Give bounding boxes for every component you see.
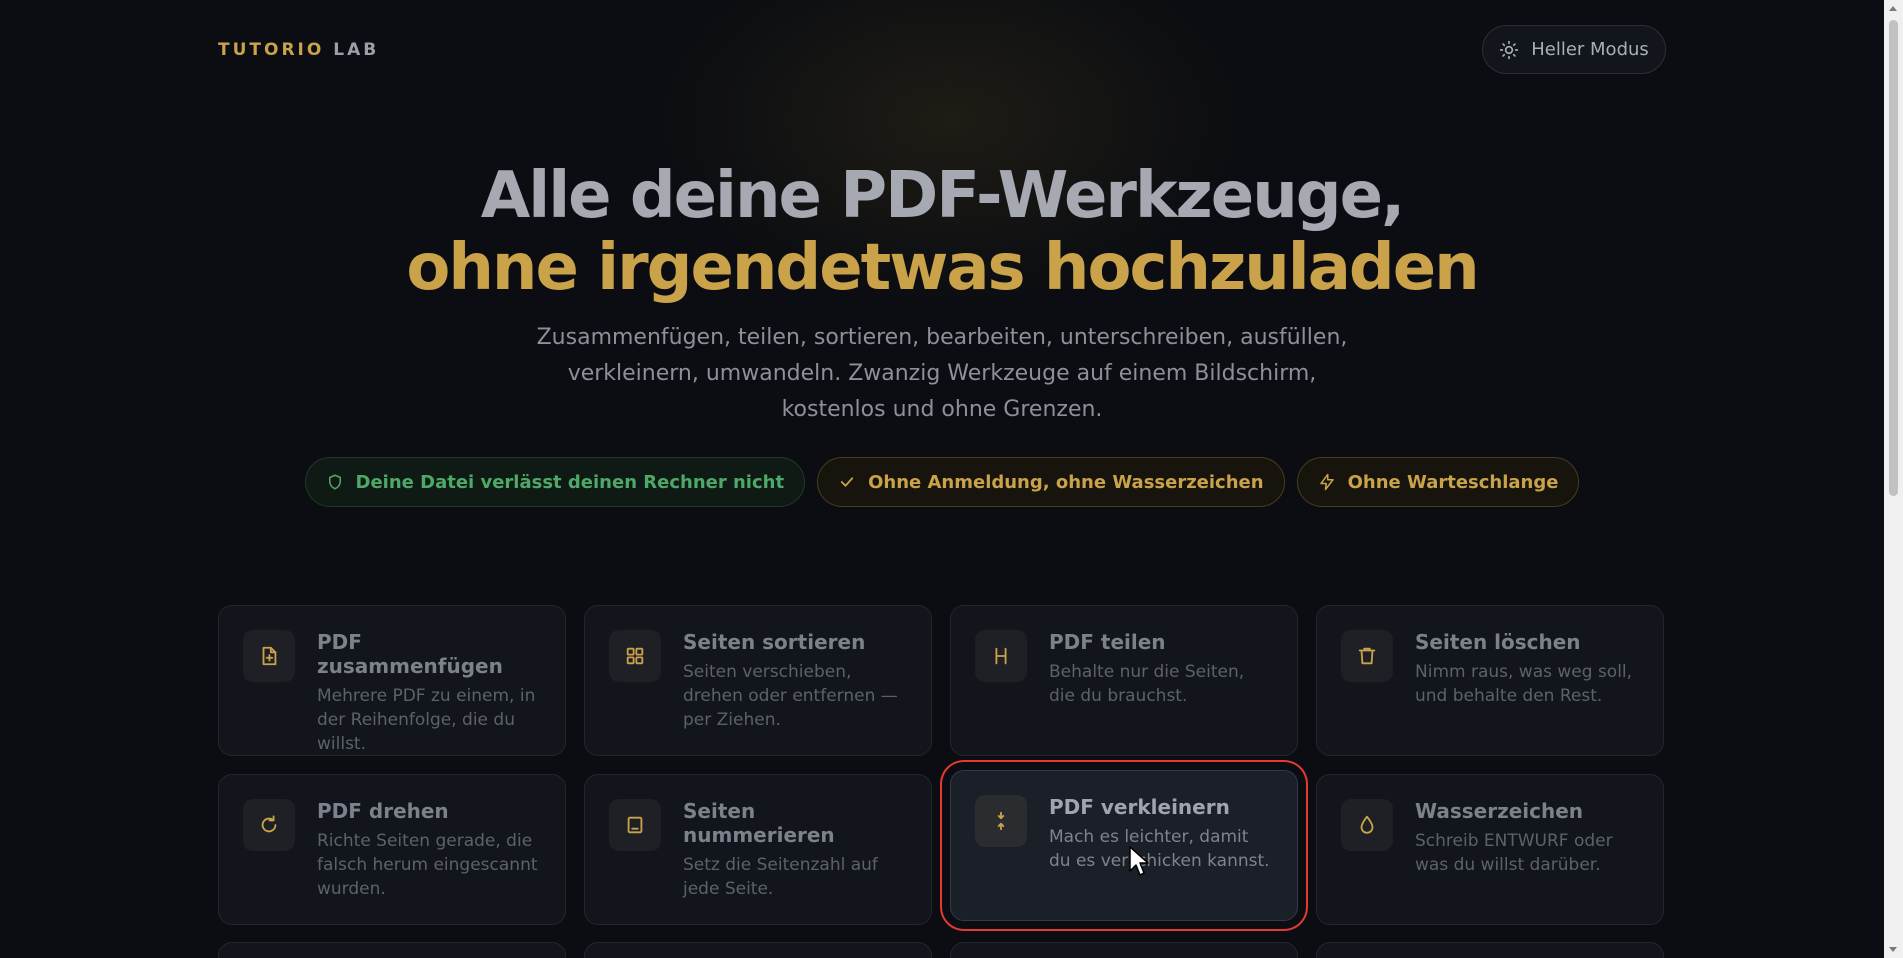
logo[interactable]: TUTORIO LAB xyxy=(218,40,379,60)
trash-icon xyxy=(1358,647,1376,665)
tool-icon-box xyxy=(243,630,295,682)
tool-card-compress[interactable]: PDF verkleinern Mach es leichter, damit … xyxy=(950,770,1298,921)
tool-name: Seiten sortieren xyxy=(683,630,866,654)
badge-privacy-label: Deine Datei verlässt deinen Rechner nich… xyxy=(355,471,785,493)
split-icon xyxy=(995,647,1007,665)
tool-icon-box xyxy=(1341,799,1393,851)
tool-desc: Mehrere PDF zu einem, in der Reihenfolge… xyxy=(317,686,536,754)
tool-desc: Seiten verschieben, drehen oder entferne… xyxy=(683,662,898,730)
tool-card-partial[interactable] xyxy=(584,942,932,958)
tool-name: PDF zusammenfügen xyxy=(317,630,503,678)
tool-desc: Richte Seiten gerade, die falsch herum e… xyxy=(317,831,538,899)
tool-icon-box xyxy=(243,799,295,851)
page-number-icon xyxy=(627,816,643,834)
tool-text: PDF teilen Behalte nur die Seiten, die d… xyxy=(1049,630,1273,731)
compress-icon xyxy=(997,811,1005,831)
tool-card-number[interactable]: Seiten nummerieren Setz die Seitenzahl a… xyxy=(584,774,932,925)
tool-text: Wasserzeichen Schreib ENTWURF oder was d… xyxy=(1415,799,1639,900)
tool-icon-box xyxy=(975,795,1027,847)
tool-name: Wasserzeichen xyxy=(1415,799,1584,823)
badge-no-queue-label: Ohne Warteschlange xyxy=(1347,471,1559,493)
rotate-icon xyxy=(261,815,277,833)
logo-part1: TUTORIO xyxy=(218,40,325,60)
light-mode-button[interactable]: Heller Modus xyxy=(1482,25,1666,74)
badge-no-signup-label: Ohne Anmeldung, ohne Wasserzeichen xyxy=(868,471,1264,493)
tool-icon-box xyxy=(975,630,1027,682)
tool-icon-box xyxy=(609,630,661,682)
tool-text: Seiten sortieren Seiten verschieben, dre… xyxy=(683,630,907,731)
tool-card-partial[interactable] xyxy=(218,942,566,958)
tool-name: PDF verkleinern xyxy=(1049,795,1230,819)
scroll-down-arrow[interactable] xyxy=(1889,947,1897,952)
tool-icon-box xyxy=(1341,630,1393,682)
tool-desc: Mach es leichter, damit du es verschicke… xyxy=(1049,827,1270,871)
tool-card-delete[interactable]: Seiten löschen Nimm raus, was weg soll, … xyxy=(1316,605,1664,756)
tool-desc: Setz die Seitenzahl auf jede Seite. xyxy=(683,855,878,899)
hero-subtitle: Zusammenfügen, teilen, sortieren, bearbe… xyxy=(536,325,1348,422)
feature-badges: Deine Datei verlässt deinen Rechner nich… xyxy=(0,457,1884,507)
light-mode-label: Heller Modus xyxy=(1531,39,1649,60)
grid-icon xyxy=(626,647,644,665)
hero-title-line1: Alle deine PDF-Werkzeuge, xyxy=(480,159,1406,233)
badge-privacy: Deine Datei verlässt deinen Rechner nich… xyxy=(304,457,806,507)
tool-name: Seiten löschen xyxy=(1415,630,1581,654)
tool-card-watermark[interactable]: Wasserzeichen Schreib ENTWURF oder was d… xyxy=(1316,774,1664,925)
tools-grid: PDF zusammenfügen Mehrere PDF zu einem, … xyxy=(218,605,1664,925)
tool-name: PDF drehen xyxy=(317,799,449,823)
badge-no-signup: Ohne Anmeldung, ohne Wasserzeichen xyxy=(817,457,1285,507)
hero-title-line2: ohne irgendetwas hochzuladen xyxy=(406,231,1479,305)
tool-text: PDF zusammenfügen Mehrere PDF zu einem, … xyxy=(317,630,541,754)
tool-text: Seiten löschen Nimm raus, was weg soll, … xyxy=(1415,630,1639,731)
file-plus-icon xyxy=(262,646,277,666)
mouse-cursor-icon xyxy=(1129,846,1149,876)
tool-card-sort[interactable]: Seiten sortieren Seiten verschieben, dre… xyxy=(584,605,932,756)
scrollbar-thumb[interactable] xyxy=(1889,20,1898,496)
logo-part2: LAB xyxy=(333,40,380,60)
tools-grid-next-row xyxy=(218,942,1664,958)
tool-text: Seiten nummerieren Setz die Seitenzahl a… xyxy=(683,799,907,900)
vertical-scrollbar[interactable] xyxy=(1884,0,1903,958)
droplet-icon xyxy=(1360,815,1374,834)
tool-desc: Behalte nur die Seiten, die du brauchst. xyxy=(1049,662,1245,706)
sun-icon xyxy=(1500,40,1519,59)
tool-icon-box xyxy=(609,799,661,851)
page: TUTORIO LAB Heller Modus Alle deine PDF-… xyxy=(0,0,1884,958)
tool-text: PDF drehen Richte Seiten gerade, die fal… xyxy=(317,799,541,900)
tool-name: PDF teilen xyxy=(1049,630,1166,654)
bolt-icon xyxy=(1319,473,1334,491)
tool-desc: Nimm raus, was weg soll, und behalte den… xyxy=(1415,662,1633,706)
badge-no-queue: Ohne Warteschlange xyxy=(1296,457,1580,507)
tool-text: PDF verkleinern Mach es leichter, damit … xyxy=(1049,795,1273,896)
tool-card-partial[interactable] xyxy=(1316,942,1664,958)
tool-card-partial[interactable] xyxy=(950,942,1298,958)
tool-card-merge[interactable]: PDF zusammenfügen Mehrere PDF zu einem, … xyxy=(218,605,566,756)
tool-card-rotate[interactable]: PDF drehen Richte Seiten gerade, die fal… xyxy=(218,774,566,925)
check-icon xyxy=(840,477,854,487)
tool-desc: Schreib ENTWURF oder was du willst darüb… xyxy=(1415,831,1613,875)
scroll-up-arrow[interactable] xyxy=(1889,6,1897,11)
shield-icon xyxy=(328,474,341,490)
tool-name: Seiten nummerieren xyxy=(683,799,835,847)
tool-card-split[interactable]: PDF teilen Behalte nur die Seiten, die d… xyxy=(950,605,1298,756)
hero-title: Alle deine PDF-Werkzeuge, ohne irgendetw… xyxy=(0,160,1884,304)
